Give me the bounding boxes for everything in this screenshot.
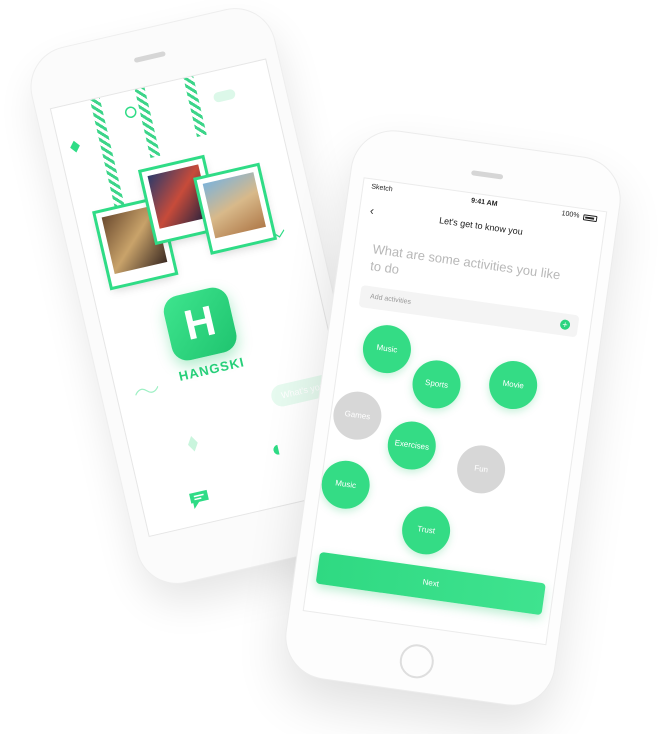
activity-chip[interactable]: Fun xyxy=(454,442,509,497)
activity-chip[interactable]: Trust xyxy=(398,503,454,558)
activity-chip-label: Games xyxy=(344,408,371,422)
half-circle-decoration-icon xyxy=(273,444,280,455)
activity-chip[interactable]: Games xyxy=(330,388,385,443)
app-logo: H xyxy=(160,284,240,364)
battery-percent: 100% xyxy=(561,210,580,220)
phone-speaker xyxy=(133,50,166,64)
onboarding-phone: Sketch 9:41 AM 100% ‹ Let's get to know … xyxy=(280,125,626,711)
next-button[interactable]: Next xyxy=(315,551,546,616)
chat-bubble-decoration-icon xyxy=(189,489,209,510)
photo-card xyxy=(196,166,274,252)
photo-image xyxy=(202,172,266,239)
logo-letter: H xyxy=(179,296,220,349)
activity-chip-label: Sports xyxy=(424,377,449,390)
ring-decoration-icon xyxy=(124,106,137,118)
activity-chip-label: Movie xyxy=(502,378,525,391)
wave-decoration-icon xyxy=(135,385,159,396)
diamond-decoration-icon xyxy=(70,140,80,153)
activity-chip[interactable]: Sports xyxy=(409,357,464,412)
hanging-ribbon xyxy=(183,76,207,137)
activity-chip-label: Music xyxy=(376,342,398,355)
add-plus-icon[interactable]: + xyxy=(559,319,571,331)
pill-decoration-icon xyxy=(213,89,236,103)
phone-speaker xyxy=(470,170,504,180)
activity-chip[interactable]: Music xyxy=(318,457,373,512)
hanging-ribbon xyxy=(89,97,125,208)
activity-chip-label: Exercises xyxy=(394,438,430,452)
diamond-decoration-icon xyxy=(188,435,198,452)
hanging-ribbon xyxy=(134,87,161,158)
activity-chip-label: Trust xyxy=(416,524,436,536)
activity-chip-label: Music xyxy=(334,478,357,491)
activity-chip-label: Fun xyxy=(473,463,489,475)
activity-chip[interactable]: Music xyxy=(359,322,415,377)
battery-icon xyxy=(582,214,598,223)
onboarding-screen: Sketch 9:41 AM 100% ‹ Let's get to know … xyxy=(302,177,608,646)
activity-chip[interactable]: Movie xyxy=(486,357,541,413)
home-button[interactable] xyxy=(397,642,436,681)
activity-chip[interactable]: Exercises xyxy=(384,418,439,473)
add-activities-placeholder: Add activities xyxy=(369,293,412,306)
